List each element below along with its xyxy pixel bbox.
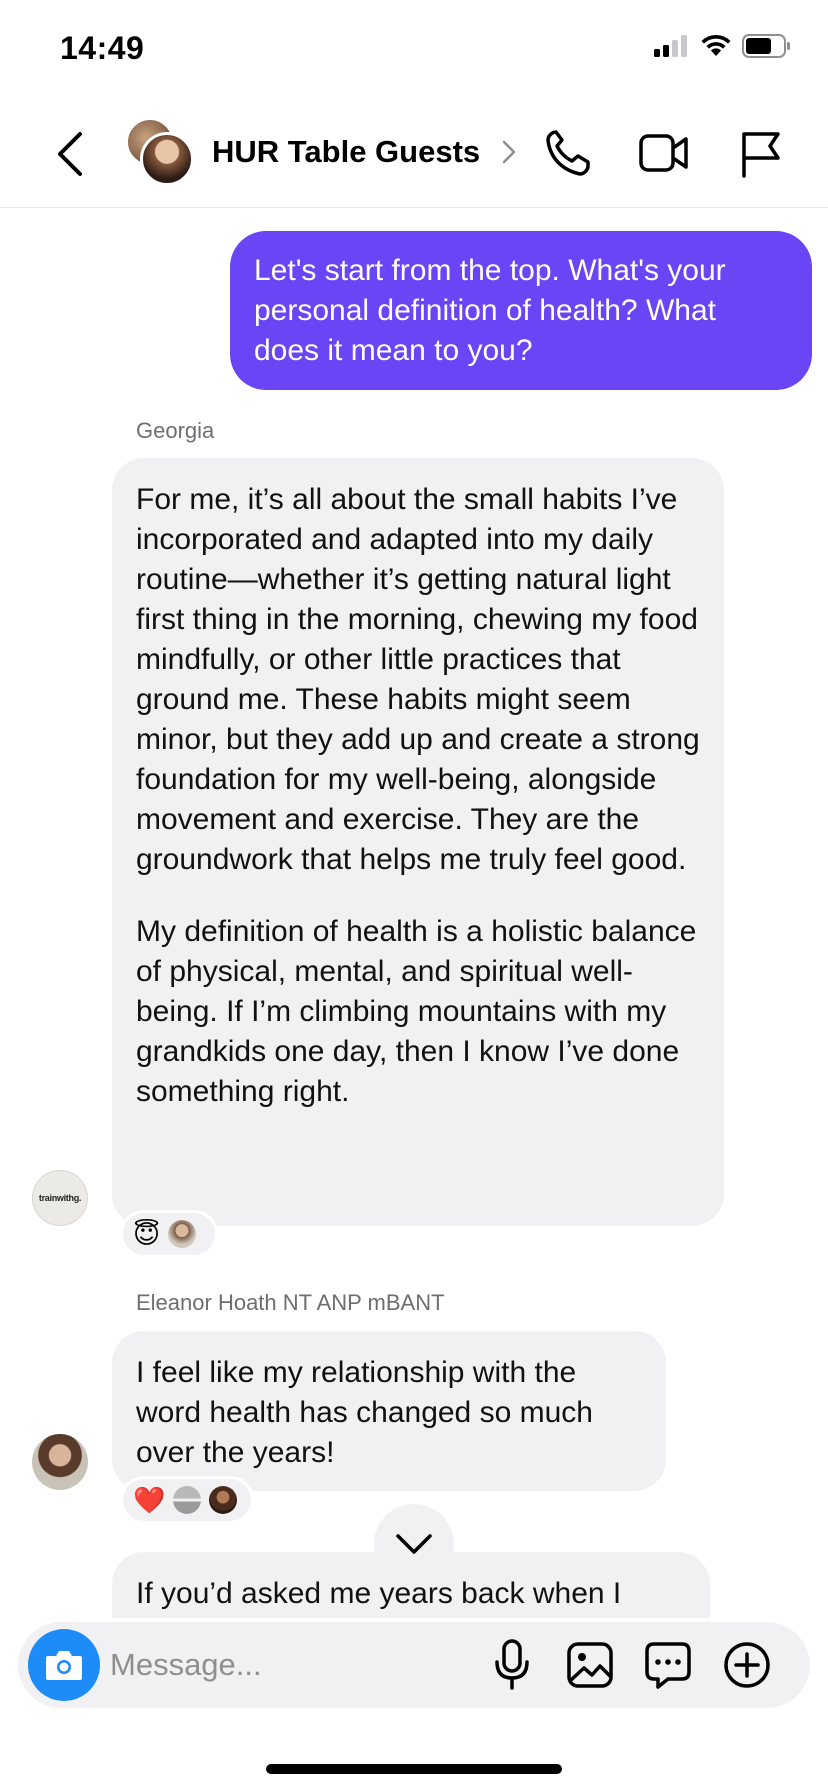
reactor-avatar <box>209 1486 238 1514</box>
phone-icon[interactable] <box>544 128 592 178</box>
chat-header: HUR Table Guests <box>0 100 828 208</box>
incoming-message[interactable]: For me, it’s all about the small habits … <box>112 458 724 1226</box>
sticker-icon[interactable] <box>644 1640 692 1690</box>
message-paragraph: For me, it’s all about the small habits … <box>136 483 700 876</box>
wifi-icon <box>701 34 731 56</box>
message-input[interactable] <box>110 1642 470 1688</box>
group-avatar[interactable] <box>126 118 194 188</box>
battery-icon <box>742 34 790 58</box>
sender-avatar[interactable]: trainwithg. <box>32 1170 88 1226</box>
outgoing-message[interactable]: Let's start from the top. What's your pe… <box>230 231 812 390</box>
status-time: 14:49 <box>60 30 145 66</box>
message-paragraph: My definition of health is a holistic ba… <box>136 915 697 1108</box>
message-reactions[interactable]: ❤️ <box>120 1476 254 1524</box>
chevron-right-icon[interactable] <box>502 140 516 164</box>
reactor-avatar <box>168 1220 197 1248</box>
cellular-signal-icon <box>654 35 687 57</box>
flag-icon[interactable] <box>738 128 782 178</box>
sender-name: Georgia <box>136 418 215 443</box>
incoming-message[interactable]: I feel like my relationship with the wor… <box>112 1331 666 1491</box>
microphone-icon[interactable] <box>492 1638 532 1692</box>
scroll-to-bottom-button[interactable] <box>374 1504 454 1584</box>
camera-icon <box>46 1651 82 1680</box>
camera-button[interactable] <box>28 1629 100 1701</box>
chat-title[interactable]: HUR Table Guests <box>212 134 480 170</box>
video-icon[interactable] <box>638 128 690 178</box>
message-composer <box>18 1622 810 1708</box>
back-chevron-icon <box>58 132 82 176</box>
back-button[interactable] <box>50 128 90 180</box>
status-icons <box>654 34 792 58</box>
reaction-emoji: 😇 <box>133 1219 161 1249</box>
reaction-emoji: ❤️ <box>133 1485 166 1515</box>
message-reactions[interactable]: 😇 <box>120 1210 218 1258</box>
chevron-down-icon <box>396 1534 432 1554</box>
sender-name: Eleanor Hoath NT ANP mBANT <box>136 1290 445 1315</box>
reactor-avatar <box>173 1486 202 1514</box>
sender-avatar[interactable] <box>32 1434 88 1490</box>
home-indicator <box>266 1764 562 1774</box>
gallery-icon[interactable] <box>566 1640 614 1690</box>
avatar-logo-text: trainwithg. <box>38 1193 82 1203</box>
add-icon[interactable] <box>722 1640 772 1690</box>
member-avatar <box>140 132 194 186</box>
